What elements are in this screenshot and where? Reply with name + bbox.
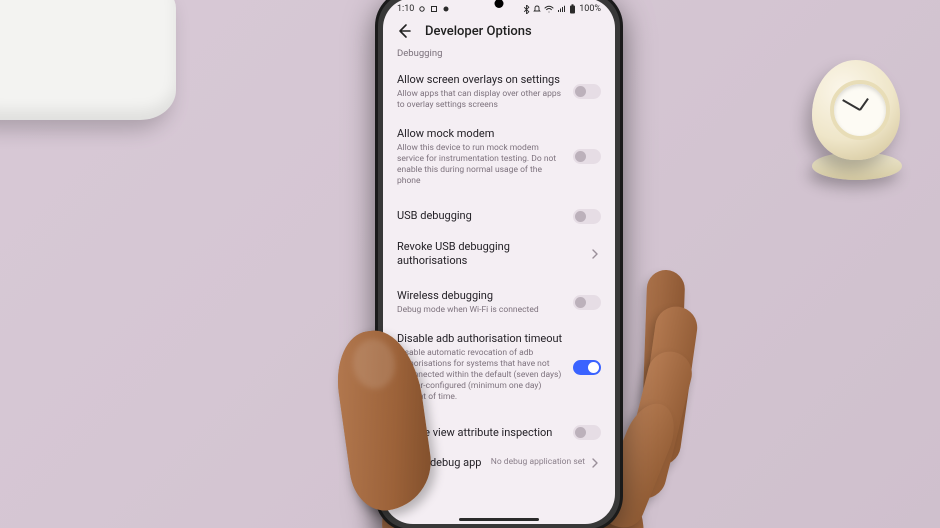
setting-allow-overlays[interactable]: Allow screen overlays on settings Allow … [395,65,603,119]
setting-desc: Allow this device to run mock modem serv… [397,143,565,187]
toggle-disable-adb-timeout[interactable] [573,360,601,375]
select-debug-app-value: No debug application set [491,457,585,467]
nav-pill-icon [459,518,539,521]
status-time: 1:10 [397,4,414,14]
decor-plant [0,0,176,120]
chevron-right-icon [589,248,601,260]
app-header: Developer Options [383,16,615,48]
notification-app-icon [430,5,438,13]
gesture-nav-bar[interactable] [383,514,615,524]
setting-desc: Allow apps that can display over other a… [397,89,565,111]
scene: 1:10 [0,0,940,528]
setting-wireless-debugging[interactable]: Wireless debugging Debug mode when Wi-Fi… [395,281,603,324]
toggle-wireless-debugging[interactable] [573,295,601,310]
setting-title: Wireless debugging [397,289,565,303]
page-title: Developer Options [425,24,532,39]
setting-disable-adb-timeout[interactable]: Disable adb authorisation timeout Disabl… [395,324,603,411]
setting-desc: Debug mode when Wi-Fi is connected [397,305,565,316]
notification-misc-icon [442,5,450,13]
setting-title: Disable adb authorisation timeout [397,332,565,346]
setting-usb-debugging[interactable]: USB debugging [395,201,603,232]
setting-desc: Disable automatic revocation of adb auth… [397,348,565,403]
decor-clock [812,60,904,200]
setting-title: Allow screen overlays on settings [397,73,565,87]
chevron-right-icon [589,457,601,469]
toggle-usb-debugging[interactable] [573,209,601,224]
battery-icon [569,4,576,14]
setting-title: Revoke USB debugging authorisations [397,240,581,268]
wifi-icon [544,5,554,13]
section-label-debugging: Debugging [383,48,615,65]
status-battery: 100% [579,4,601,14]
setting-title: USB debugging [397,209,565,223]
bluetooth-icon [523,5,530,14]
setting-revoke-usb-auth[interactable]: Revoke USB debugging authorisations [395,232,603,276]
arrow-left-icon [396,23,412,39]
setting-title: Allow mock modem [397,127,565,141]
back-button[interactable] [395,22,413,40]
toggle-view-attr-inspection[interactable] [573,425,601,440]
toggle-allow-overlays[interactable] [573,84,601,99]
setting-mock-modem[interactable]: Allow mock modem Allow this device to ru… [395,119,603,195]
toggle-mock-modem[interactable] [573,149,601,164]
dnd-icon [533,5,541,13]
notification-dot-icon [418,5,426,13]
signal-icon [557,5,566,13]
